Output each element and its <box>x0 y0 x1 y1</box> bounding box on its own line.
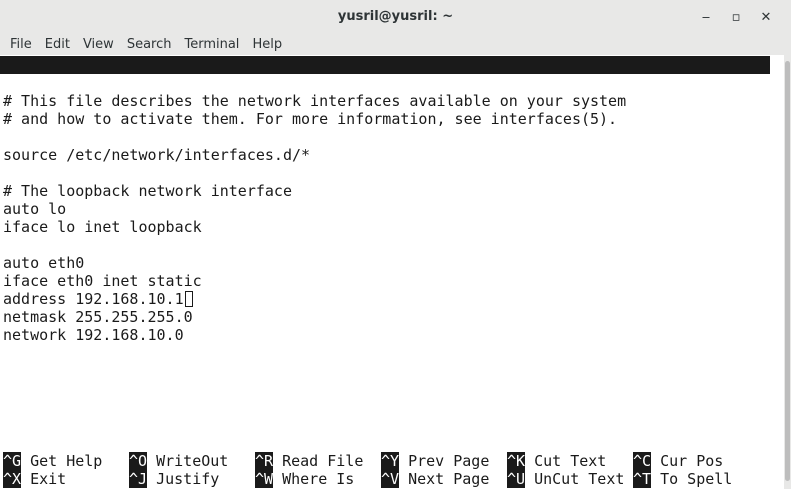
window-controls: ‒ ▫ ✕ <box>691 8 781 26</box>
nano-modified-status: Modified <box>686 110 759 128</box>
text-line[interactable]: # This file describes the network interf… <box>3 92 626 110</box>
close-icon[interactable]: ✕ <box>751 8 781 26</box>
shortcut-label: WriteOut <box>156 452 229 470</box>
shortcut-label: Read File <box>282 452 364 470</box>
minimize-icon[interactable]: ‒ <box>691 8 721 26</box>
text-cursor <box>184 291 193 307</box>
shortcut-label: Cut Text <box>534 452 607 470</box>
shortcut-label: To Spell <box>660 470 733 488</box>
shortcut-prev-page: ^Y Prev Page <box>381 452 489 470</box>
shortcut-label: Next Page <box>408 470 490 488</box>
shortcut-key: ^W <box>255 470 274 488</box>
menu-search[interactable]: Search <box>127 37 179 52</box>
text-line[interactable]: auto eth0 <box>3 254 84 272</box>
shortcut-where-is: ^W Where Is <box>255 470 354 488</box>
shortcut-key: ^U <box>507 470 526 488</box>
nano-header: GNU nano 2.2.6 File: /etc/network/interf… <box>0 56 770 128</box>
maximize-icon[interactable]: ▫ <box>721 8 751 26</box>
text-line[interactable]: iface lo inet loopback <box>3 218 202 236</box>
shortcut-label: Prev Page <box>408 452 490 470</box>
shortcut-key: ^G <box>3 452 22 470</box>
shortcut-next-page: ^V Next Page <box>381 470 489 488</box>
vertical-scrollbar[interactable] <box>784 55 791 489</box>
shortcut-label: Exit <box>30 470 67 488</box>
shortcut-key: ^R <box>255 452 274 470</box>
shortcut-read-file: ^R Read File <box>255 452 363 470</box>
shortcut-key: ^V <box>381 470 400 488</box>
text-line-cursor[interactable]: address 192.168.10.1 <box>3 290 193 308</box>
text-line[interactable]: # and how to activate them. For more inf… <box>3 110 617 128</box>
text-line[interactable]: address 192.168.10.1 <box>3 290 184 308</box>
shortcut-writeout: ^O WriteOut <box>129 452 228 470</box>
shortcut-to-spell: ^T To Spell <box>633 470 732 488</box>
shortcut-justify: ^J Justify <box>129 470 219 488</box>
shortcut-key: ^O <box>129 452 148 470</box>
shortcut-key: ^Y <box>381 452 400 470</box>
window-title: yusril@yusril: ~ <box>337 9 454 24</box>
shortcut-label: Get Help <box>30 452 103 470</box>
shortcut-label: Where Is <box>282 470 355 488</box>
title-bar[interactable]: yusril@yusril: ~ ‒ ▫ ✕ <box>0 0 791 33</box>
shortcut-label: Justify <box>156 470 220 488</box>
shortcut-label: UnCut Text <box>534 470 625 488</box>
text-line[interactable]: # The loopback network interface <box>3 182 292 200</box>
shortcut-key: ^K <box>507 452 526 470</box>
menu-edit[interactable]: Edit <box>45 37 77 52</box>
shortcut-exit: ^X Exit <box>3 470 66 488</box>
menu-help[interactable]: Help <box>252 37 289 52</box>
shortcut-key: ^C <box>633 452 652 470</box>
shortcut-uncut-text: ^U UnCut Text <box>507 470 624 488</box>
terminal-area[interactable]: GNU nano 2.2.6 File: /etc/network/interf… <box>0 55 784 489</box>
text-line[interactable]: network 192.168.10.0 <box>3 326 184 344</box>
shortcut-key: ^T <box>633 470 652 488</box>
text-line[interactable]: iface eth0 inet static <box>3 272 202 290</box>
nano-version: GNU nano 2.2.6 <box>19 74 146 92</box>
shortcut-key: ^X <box>3 470 22 488</box>
shortcut-cut-text: ^K Cut Text <box>507 452 606 470</box>
text-line[interactable]: source /etc/network/interfaces.d/* <box>3 146 310 164</box>
menu-file[interactable]: File <box>10 37 39 52</box>
shortcut-label: Cur Pos <box>660 452 724 470</box>
shortcut-get-help: ^G Get Help <box>3 452 102 470</box>
shortcut-key: ^J <box>129 470 148 488</box>
menu-view[interactable]: View <box>83 37 121 52</box>
menu-terminal[interactable]: Terminal <box>184 37 246 52</box>
text-line[interactable]: auto lo <box>3 200 66 218</box>
shortcut-cur-pos: ^C Cur Pos <box>633 452 723 470</box>
scrollbar-thumb[interactable] <box>785 61 790 481</box>
text-line[interactable]: netmask 255.255.255.0 <box>3 308 193 326</box>
menu-bar: File Edit View Search Terminal Help <box>0 33 791 55</box>
